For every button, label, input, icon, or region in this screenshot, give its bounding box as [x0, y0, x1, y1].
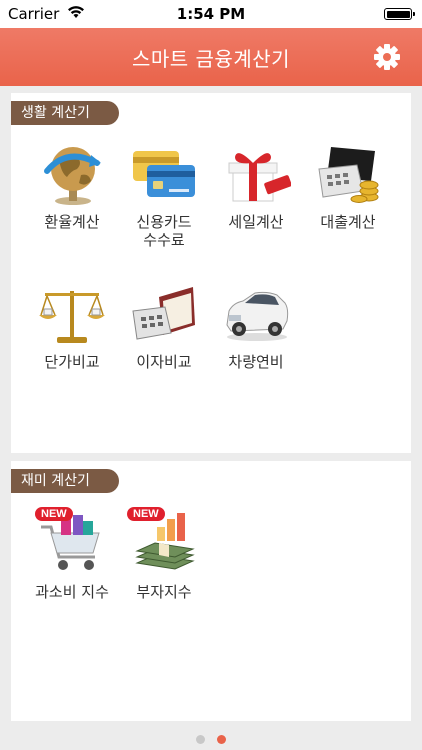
section-title-fun: 재미 계산기 — [11, 469, 119, 493]
page-dot[interactable] — [196, 735, 205, 744]
credit-card-fee-button[interactable]: 신용카드 수수료 — [121, 141, 207, 249]
overspending-index-button[interactable]: NEW 과소비 지수 — [29, 507, 115, 601]
unit-price-compare-button[interactable]: 단가비교 — [29, 281, 115, 371]
interest-compare-button[interactable]: 이자비교 — [121, 281, 207, 371]
car-icon — [226, 291, 289, 341]
calculator-notebook-icon — [132, 287, 195, 340]
globe-icon — [44, 147, 101, 205]
life-calculators-panel: 생활 계산기 환율계산 신용카드 수수료 세일계산 대출계산 단가비교 이자비교… — [11, 93, 411, 453]
wealth-index-button[interactable]: NEW 부자지수 — [121, 507, 207, 601]
unit-price-compare-label: 단가비교 — [44, 353, 100, 371]
app-header: 스마트 금융계산기 — [0, 28, 422, 86]
loan-calc-label: 대출계산 — [320, 213, 376, 231]
new-badge: NEW — [127, 507, 165, 521]
credit-card-icon — [133, 151, 195, 197]
overspending-index-label: 과소비 지수 — [35, 583, 109, 601]
new-badge: NEW — [35, 507, 73, 521]
status-bar: Carrier 1:54 PM — [0, 0, 422, 28]
loan-calc-button[interactable]: 대출계산 — [305, 141, 391, 231]
page-indicator — [0, 729, 422, 748]
gear-icon[interactable] — [372, 42, 402, 72]
battery-icon — [384, 8, 415, 20]
app-title: 스마트 금융계산기 — [131, 47, 291, 71]
exchange-rate-label: 환율계산 — [44, 213, 100, 231]
gift-box-icon — [228, 153, 291, 202]
page-dot-active[interactable] — [217, 735, 226, 744]
sale-calc-button[interactable]: 세일계산 — [213, 141, 299, 231]
sale-calc-label: 세일계산 — [228, 213, 284, 231]
clock: 1:54 PM — [176, 5, 246, 23]
fun-calculators-panel: 재미 계산기 NEW 과소비 지수 NEW 부자지수 — [11, 461, 411, 721]
credit-card-fee-label: 신용카드 수수료 — [136, 213, 192, 249]
balance-scale-icon — [39, 291, 105, 343]
wealth-index-label: 부자지수 — [136, 583, 192, 601]
section-title-life: 생활 계산기 — [11, 101, 119, 125]
interest-compare-label: 이자비교 — [136, 353, 192, 371]
fuel-efficiency-label: 차량연비 — [228, 353, 284, 371]
exchange-rate-button[interactable]: 환율계산 — [29, 141, 115, 231]
fuel-efficiency-button[interactable]: 차량연비 — [213, 281, 299, 371]
calculator-coins-icon — [318, 147, 379, 203]
